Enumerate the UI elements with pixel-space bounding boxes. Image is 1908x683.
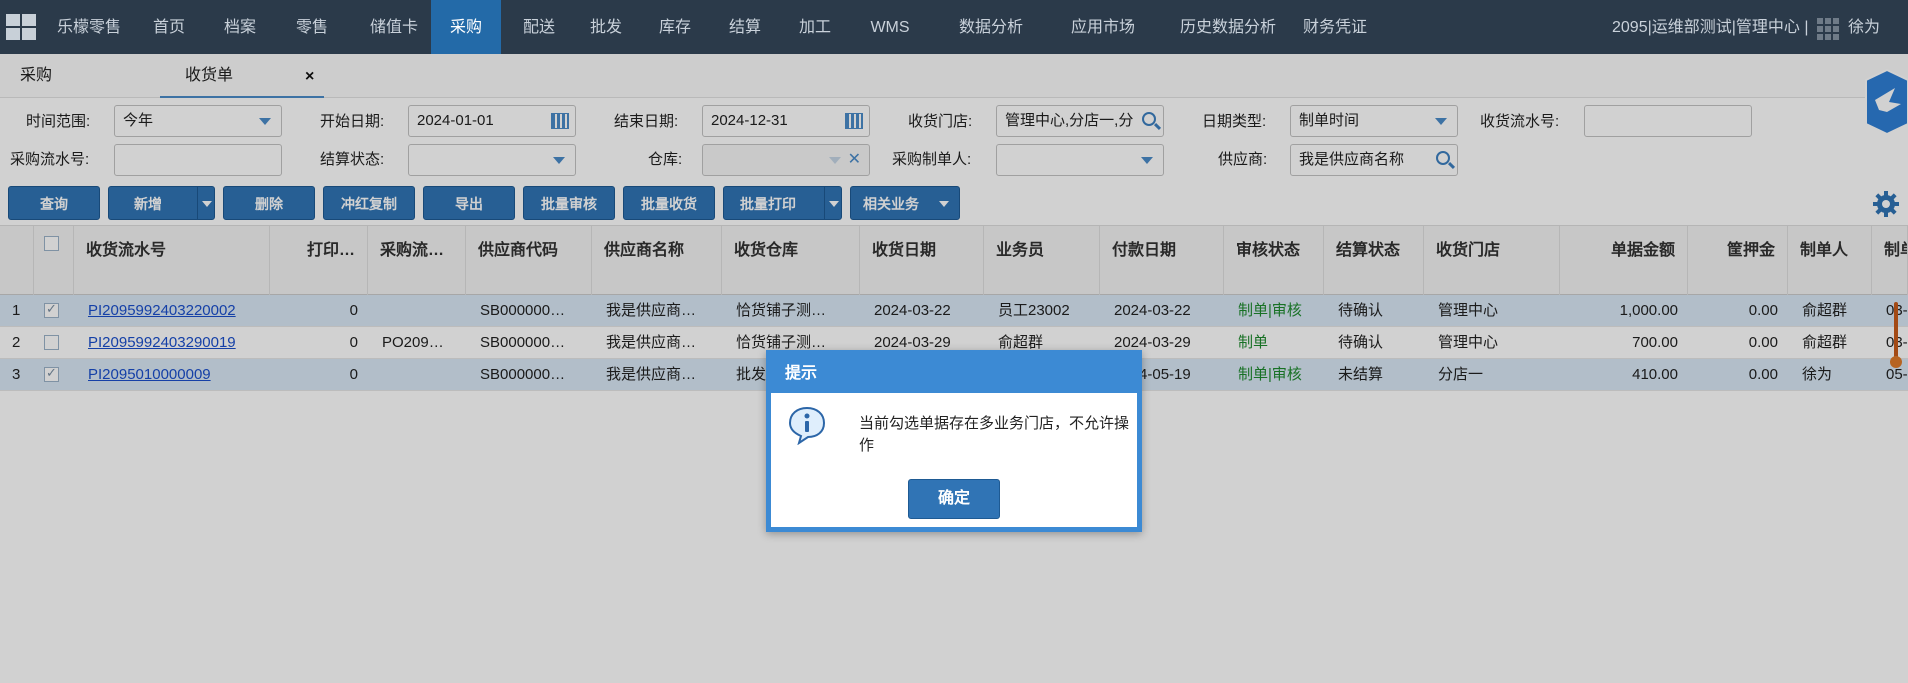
confirm-button[interactable]: 确定	[908, 479, 1000, 519]
nav-item-5[interactable]: 采购	[431, 0, 501, 54]
nav-item-11[interactable]: WMS	[852, 0, 928, 54]
nav-item-10[interactable]: 加工	[782, 0, 848, 54]
app-grid-icon[interactable]	[6, 14, 38, 42]
nav-item-7[interactable]: 批发	[573, 0, 639, 54]
nav-item-14[interactable]: 历史数据分析	[1160, 0, 1296, 54]
nav-item-9[interactable]: 结算	[712, 0, 778, 54]
user-name[interactable]: 徐为	[1848, 0, 1880, 54]
nav-item-15[interactable]: 财务凭证	[1290, 0, 1380, 54]
apps-icon[interactable]	[1817, 18, 1839, 40]
nav-item-13[interactable]: 应用市场	[1048, 0, 1158, 54]
nav-item-1[interactable]: 首页	[136, 0, 202, 54]
dialog-title: 提示	[771, 355, 1137, 393]
nav-item-12[interactable]: 数据分析	[937, 0, 1045, 54]
nav-item-3[interactable]: 零售	[279, 0, 345, 54]
dialog-message: 当前勾选单据存在多业务门店，不允许操作	[859, 415, 1130, 454]
info-icon	[788, 406, 826, 445]
org-info: 2095|运维部测试|管理中心 |	[1612, 19, 1809, 36]
nav-item-6[interactable]: 配送	[506, 0, 572, 54]
alert-dialog: 提示 当前勾选单据存在多业务门店，不允许操作 确定	[766, 350, 1142, 532]
nav-item-8[interactable]: 库存	[642, 0, 708, 54]
nav-item-4[interactable]: 储值卡	[352, 0, 436, 54]
nav-item-2[interactable]: 档案	[205, 0, 275, 54]
brand-name: 乐檬零售	[57, 19, 122, 36]
top-nav: 乐檬零售 首页 档案 零售 储值卡 采购 配送 批发 库存 结算 加工 WMS 数据分析 应用市场 历史数…	[0, 0, 1908, 54]
